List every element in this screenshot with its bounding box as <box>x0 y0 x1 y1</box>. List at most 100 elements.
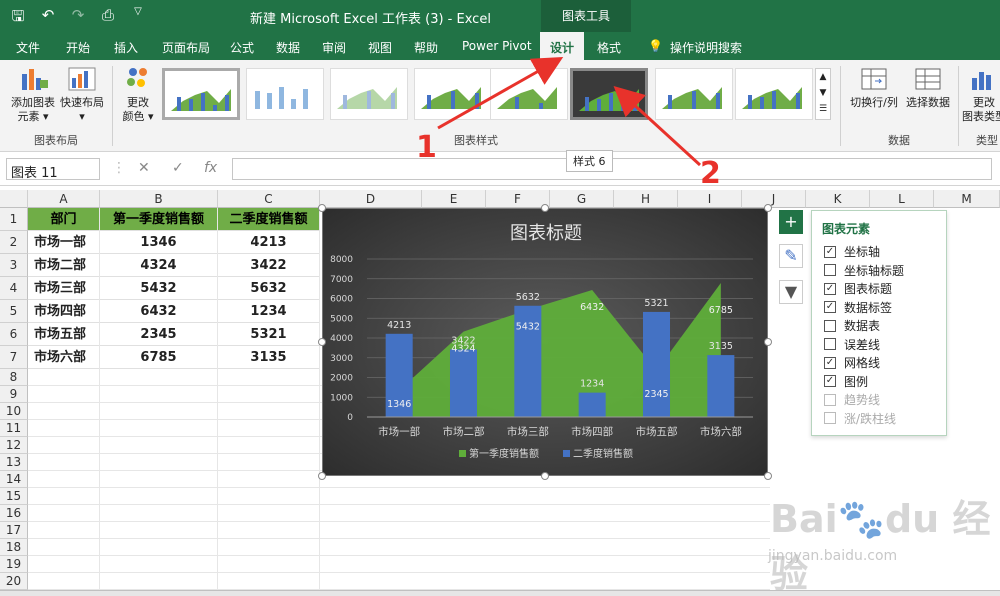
tab-home[interactable]: 开始 <box>66 39 90 56</box>
column-header-e[interactable]: E <box>422 190 486 208</box>
row-header-3[interactable]: 3 <box>0 254 28 277</box>
tab-formulas[interactable]: 公式 <box>230 39 254 56</box>
row-header-15[interactable]: 15 <box>0 488 28 505</box>
table-cell[interactable]: 2345 <box>100 323 218 346</box>
row-header-6[interactable]: 6 <box>0 323 28 346</box>
table-cell[interactable]: 6785 <box>100 346 218 369</box>
table-cell[interactable]: 6432 <box>100 300 218 323</box>
chart-filters-funnel-icon[interactable]: ▼ <box>779 280 803 304</box>
table-cell[interactable]: 市场五部 <box>28 323 100 346</box>
tab-design[interactable]: 设计 <box>540 32 585 62</box>
chart-element-option[interactable]: 数据表 <box>824 317 880 334</box>
column-header-g[interactable]: G <box>550 190 614 208</box>
chart-style-7[interactable] <box>655 68 733 120</box>
chart-element-option[interactable]: ✓ 坐标轴 <box>824 243 880 260</box>
table-cell[interactable]: 4213 <box>218 231 320 254</box>
select-all-corner[interactable] <box>0 190 28 208</box>
table-cell[interactable]: 3422 <box>218 254 320 277</box>
resize-handle[interactable] <box>318 472 326 480</box>
column-header-a[interactable]: A <box>28 190 100 208</box>
gallery-expand-icon[interactable]: ☰ <box>816 101 830 117</box>
tell-me-search[interactable]: 操作说明搜索 <box>670 39 742 56</box>
column-header-i[interactable]: I <box>678 190 742 208</box>
table-cell[interactable]: 5432 <box>100 277 218 300</box>
chevron-down-icon[interactable]: ▼ <box>816 85 830 101</box>
styles-gallery-scroll[interactable]: ▲ ▼ ☰ <box>815 68 831 120</box>
select-data-button[interactable]: 选择数据 <box>903 66 953 110</box>
chart-style-5[interactable] <box>490 68 568 120</box>
column-header-h[interactable]: H <box>614 190 678 208</box>
table-cell[interactable]: 1346 <box>100 231 218 254</box>
row-header-12[interactable]: 12 <box>0 437 28 454</box>
column-header-j[interactable]: J <box>742 190 806 208</box>
column-header-l[interactable]: L <box>870 190 934 208</box>
add-chart-element-button[interactable]: 添加图表 元素 ▾ <box>8 66 58 124</box>
checkbox[interactable]: ✓ <box>824 282 836 295</box>
chart-style-2[interactable] <box>246 68 324 120</box>
resize-handle[interactable] <box>764 338 772 346</box>
table-cell[interactable]: 3135 <box>218 346 320 369</box>
name-box[interactable]: 图表 11 <box>6 158 100 181</box>
resize-handle[interactable] <box>764 204 772 212</box>
tab-page-layout[interactable]: 页面布局 <box>162 39 210 56</box>
row-header-16[interactable]: 16 <box>0 505 28 522</box>
insert-function-icon[interactable]: fx <box>204 160 217 176</box>
checkbox[interactable]: ✓ <box>824 356 836 369</box>
column-header-m[interactable]: M <box>934 190 1000 208</box>
table-cell[interactable]: 5632 <box>218 277 320 300</box>
row-header-2[interactable]: 2 <box>0 231 28 254</box>
header-cell[interactable]: 第一季度销售额 <box>100 208 218 231</box>
table-cell[interactable]: 4324 <box>100 254 218 277</box>
chart-style-4[interactable] <box>414 68 492 120</box>
column-header-k[interactable]: K <box>806 190 870 208</box>
table-cell[interactable]: 市场三部 <box>28 277 100 300</box>
tab-format[interactable]: 格式 <box>597 39 621 56</box>
column-header-d[interactable]: D <box>320 190 422 208</box>
resize-handle[interactable] <box>318 204 326 212</box>
table-cell[interactable]: 市场四部 <box>28 300 100 323</box>
chevron-up-icon[interactable]: ▲ <box>816 69 830 85</box>
chart-element-option[interactable]: ✓ 数据标签 <box>824 299 892 316</box>
redo-icon[interactable]: ↷ <box>68 6 88 31</box>
resize-handle[interactable] <box>318 338 326 346</box>
customize-qat-icon[interactable]: ▽ <box>128 6 148 31</box>
chart-object[interactable]: 图表标题 0 1000 2000 3000 4000 5000 6000 7000 8000 421… <box>322 208 768 476</box>
checkbox[interactable] <box>824 338 836 350</box>
row-header-13[interactable]: 13 <box>0 454 28 471</box>
chart-element-option[interactable]: ✓ 图例 <box>824 373 868 390</box>
checkbox[interactable] <box>824 264 836 276</box>
chart-element-option[interactable]: 坐标轴标题 <box>824 262 904 279</box>
save-icon[interactable]: 🖫 <box>8 6 28 31</box>
print-preview-icon[interactable]: ⎙ <box>98 6 118 31</box>
row-header-11[interactable]: 11 <box>0 420 28 437</box>
row-header-8[interactable]: 8 <box>0 369 28 386</box>
row-header-20[interactable]: 20 <box>0 573 28 590</box>
table-cell[interactable]: 5321 <box>218 323 320 346</box>
header-cell[interactable]: 部门 <box>28 208 100 231</box>
tab-help[interactable]: 帮助 <box>414 39 438 56</box>
row-header-14[interactable]: 14 <box>0 471 28 488</box>
row-header-1[interactable]: 1 <box>0 208 28 231</box>
switch-row-column-button[interactable]: 切换行/列 <box>846 66 902 110</box>
chart-style-3[interactable] <box>330 68 408 120</box>
column-header-b[interactable]: B <box>100 190 218 208</box>
chart-elements-plus-icon[interactable]: + <box>779 210 803 234</box>
table-cell[interactable]: 市场一部 <box>28 231 100 254</box>
tab-view[interactable]: 视图 <box>368 39 392 56</box>
tab-power-pivot[interactable]: Power Pivot <box>462 39 532 53</box>
resize-handle[interactable] <box>541 472 549 480</box>
checkbox[interactable] <box>824 319 836 332</box>
chart-element-option[interactable]: ✓ 网格线 <box>824 354 880 371</box>
chart-styles-brush-icon[interactable]: ✎ <box>779 244 803 268</box>
row-header-19[interactable]: 19 <box>0 556 28 573</box>
table-cell[interactable]: 市场六部 <box>28 346 100 369</box>
chart-element-option[interactable]: 误差线 <box>824 336 880 353</box>
table-cell[interactable]: 1234 <box>218 300 320 323</box>
row-header-18[interactable]: 18 <box>0 539 28 556</box>
tab-insert[interactable]: 插入 <box>114 39 138 56</box>
change-chart-type-button[interactable]: 更改 图表类型 <box>962 66 1000 124</box>
chart-style-1[interactable] <box>162 68 240 120</box>
checkbox[interactable]: ✓ <box>824 301 836 313</box>
enter-icon[interactable]: ✓ <box>172 160 184 176</box>
row-header-5[interactable]: 5 <box>0 300 28 323</box>
